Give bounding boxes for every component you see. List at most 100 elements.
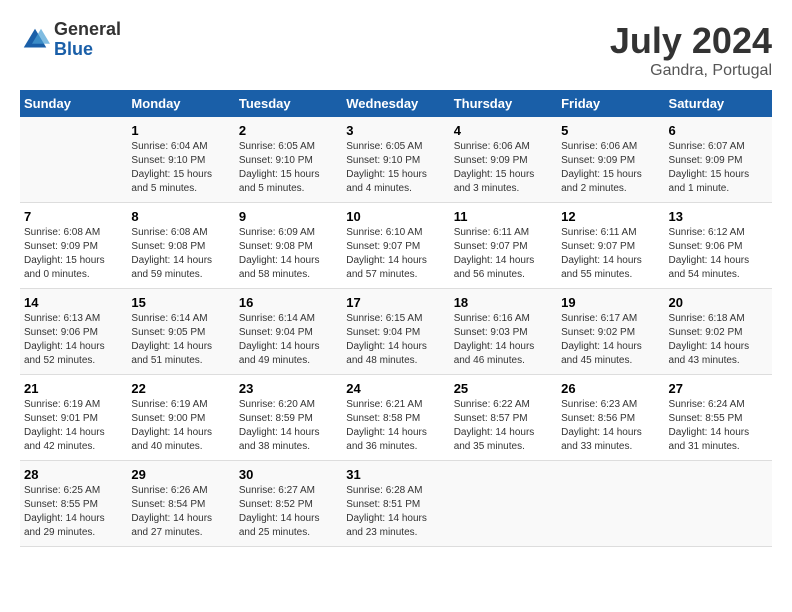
calendar-cell: 2 Sunrise: 6:05 AM Sunset: 9:10 PM Daylig… [235, 117, 342, 203]
calendar-cell: 3 Sunrise: 6:05 AM Sunset: 9:10 PM Daylig… [342, 117, 449, 203]
day-info: Sunrise: 6:08 AM Sunset: 9:09 PM Dayligh… [24, 226, 123, 282]
calendar-cell [665, 461, 772, 547]
header-monday: Monday [127, 90, 234, 117]
day-number: 29 [131, 467, 230, 482]
day-number: 22 [131, 381, 230, 396]
calendar-cell: 20 Sunrise: 6:18 AM Sunset: 9:02 PM Dayli… [665, 289, 772, 375]
day-info: Sunrise: 6:04 AM Sunset: 9:10 PM Dayligh… [131, 140, 230, 196]
day-info: Sunrise: 6:15 AM Sunset: 9:04 PM Dayligh… [346, 312, 445, 368]
day-number: 24 [346, 381, 445, 396]
calendar-cell: 12 Sunrise: 6:11 AM Sunset: 9:07 PM Dayli… [557, 203, 664, 289]
day-info: Sunrise: 6:05 AM Sunset: 9:10 PM Dayligh… [346, 140, 445, 196]
day-number: 5 [561, 123, 660, 138]
logo-general-text: General [54, 20, 121, 40]
calendar-cell: 19 Sunrise: 6:17 AM Sunset: 9:02 PM Dayli… [557, 289, 664, 375]
calendar-body: 1 Sunrise: 6:04 AM Sunset: 9:10 PM Daylig… [20, 117, 772, 547]
calendar-cell: 15Sunrise: 6:14 AM Sunset: 9:05 PM Dayli… [127, 289, 234, 375]
header-tuesday: Tuesday [235, 90, 342, 117]
calendar-cell: 18Sunrise: 6:16 AM Sunset: 9:03 PM Dayli… [450, 289, 557, 375]
day-number: 19 [561, 295, 660, 310]
calendar-cell: 21 Sunrise: 6:19 AM Sunset: 9:01 PM Dayli… [20, 375, 127, 461]
calendar-cell: 10Sunrise: 6:10 AM Sunset: 9:07 PM Dayli… [342, 203, 449, 289]
day-info: Sunrise: 6:21 AM Sunset: 8:58 PM Dayligh… [346, 398, 445, 454]
page-header: General Blue July 2024 Gandra, Portugal [20, 20, 772, 80]
day-info: Sunrise: 6:11 AM Sunset: 9:07 PM Dayligh… [561, 226, 660, 282]
calendar-cell [450, 461, 557, 547]
day-info: Sunrise: 6:19 AM Sunset: 9:00 PM Dayligh… [131, 398, 230, 454]
calendar-cell: 5Sunrise: 6:06 AM Sunset: 9:09 PM Daylig… [557, 117, 664, 203]
day-info: Sunrise: 6:05 AM Sunset: 9:10 PM Dayligh… [239, 140, 338, 196]
day-number: 20 [669, 295, 768, 310]
day-number: 11 [454, 209, 553, 224]
day-info: Sunrise: 6:19 AM Sunset: 9:01 PM Dayligh… [24, 398, 123, 454]
day-info: Sunrise: 6:08 AM Sunset: 9:08 PM Dayligh… [131, 226, 230, 282]
logo-text: General Blue [54, 20, 121, 60]
day-number: 12 [561, 209, 660, 224]
day-number: 4 [454, 123, 553, 138]
logo: General Blue [20, 20, 121, 60]
day-info: Sunrise: 6:22 AM Sunset: 8:57 PM Dayligh… [454, 398, 553, 454]
calendar-table: SundayMondayTuesdayWednesdayThursdayFrid… [20, 90, 772, 547]
day-number: 23 [239, 381, 338, 396]
day-number: 9 [239, 209, 338, 224]
day-number: 21 [24, 381, 123, 396]
calendar-cell: 17 Sunrise: 6:15 AM Sunset: 9:04 PM Dayli… [342, 289, 449, 375]
day-info: Sunrise: 6:18 AM Sunset: 9:02 PM Dayligh… [669, 312, 768, 368]
week-row-1: 1 Sunrise: 6:04 AM Sunset: 9:10 PM Daylig… [20, 117, 772, 203]
calendar-cell: 14Sunrise: 6:13 AM Sunset: 9:06 PM Dayli… [20, 289, 127, 375]
calendar-cell: 9 Sunrise: 6:09 AM Sunset: 9:08 PM Daylig… [235, 203, 342, 289]
day-info: Sunrise: 6:06 AM Sunset: 9:09 PM Dayligh… [454, 140, 553, 196]
calendar-cell: 22 Sunrise: 6:19 AM Sunset: 9:00 PM Dayli… [127, 375, 234, 461]
day-info: Sunrise: 6:12 AM Sunset: 9:06 PM Dayligh… [669, 226, 768, 282]
day-info: Sunrise: 6:17 AM Sunset: 9:02 PM Dayligh… [561, 312, 660, 368]
calendar-cell: 6Sunrise: 6:07 AM Sunset: 9:09 PM Daylig… [665, 117, 772, 203]
day-headers-row: SundayMondayTuesdayWednesdayThursdayFrid… [20, 90, 772, 117]
week-row-4: 21 Sunrise: 6:19 AM Sunset: 9:01 PM Dayli… [20, 375, 772, 461]
header-thursday: Thursday [450, 90, 557, 117]
day-number: 3 [346, 123, 445, 138]
day-info: Sunrise: 6:27 AM Sunset: 8:52 PM Dayligh… [239, 484, 338, 540]
calendar-cell: 28 Sunrise: 6:25 AM Sunset: 8:55 PM Dayli… [20, 461, 127, 547]
header-friday: Friday [557, 90, 664, 117]
calendar-cell: 7 Sunrise: 6:08 AM Sunset: 9:09 PM Daylig… [20, 203, 127, 289]
day-number: 2 [239, 123, 338, 138]
day-info: Sunrise: 6:25 AM Sunset: 8:55 PM Dayligh… [24, 484, 123, 540]
day-number: 10 [346, 209, 445, 224]
calendar-cell [557, 461, 664, 547]
week-row-3: 14Sunrise: 6:13 AM Sunset: 9:06 PM Dayli… [20, 289, 772, 375]
header-wednesday: Wednesday [342, 90, 449, 117]
day-info: Sunrise: 6:28 AM Sunset: 8:51 PM Dayligh… [346, 484, 445, 540]
calendar-cell: 1 Sunrise: 6:04 AM Sunset: 9:10 PM Daylig… [127, 117, 234, 203]
month-year-title: July 2024 [610, 20, 772, 62]
calendar-cell: 16Sunrise: 6:14 AM Sunset: 9:04 PM Dayli… [235, 289, 342, 375]
day-number: 18 [454, 295, 553, 310]
calendar-cell: 27Sunrise: 6:24 AM Sunset: 8:55 PM Dayli… [665, 375, 772, 461]
day-number: 8 [131, 209, 230, 224]
day-number: 7 [24, 209, 123, 224]
calendar-cell: 13 Sunrise: 6:12 AM Sunset: 9:06 PM Dayli… [665, 203, 772, 289]
day-info: Sunrise: 6:07 AM Sunset: 9:09 PM Dayligh… [669, 140, 768, 196]
day-info: Sunrise: 6:26 AM Sunset: 8:54 PM Dayligh… [131, 484, 230, 540]
day-number: 28 [24, 467, 123, 482]
calendar-cell: 4 Sunrise: 6:06 AM Sunset: 9:09 PM Daylig… [450, 117, 557, 203]
calendar-cell: 23Sunrise: 6:20 AM Sunset: 8:59 PM Dayli… [235, 375, 342, 461]
day-number: 17 [346, 295, 445, 310]
day-info: Sunrise: 6:14 AM Sunset: 9:04 PM Dayligh… [239, 312, 338, 368]
day-info: Sunrise: 6:23 AM Sunset: 8:56 PM Dayligh… [561, 398, 660, 454]
title-block: July 2024 Gandra, Portugal [610, 20, 772, 80]
logo-icon [20, 25, 50, 55]
day-number: 14 [24, 295, 123, 310]
calendar-cell: 30 Sunrise: 6:27 AM Sunset: 8:52 PM Dayli… [235, 461, 342, 547]
header-saturday: Saturday [665, 90, 772, 117]
day-number: 30 [239, 467, 338, 482]
week-row-5: 28 Sunrise: 6:25 AM Sunset: 8:55 PM Dayli… [20, 461, 772, 547]
calendar-cell: 31Sunrise: 6:28 AM Sunset: 8:51 PM Dayli… [342, 461, 449, 547]
day-number: 1 [131, 123, 230, 138]
day-number: 26 [561, 381, 660, 396]
day-info: Sunrise: 6:14 AM Sunset: 9:05 PM Dayligh… [131, 312, 230, 368]
day-number: 13 [669, 209, 768, 224]
calendar-cell: 26 Sunrise: 6:23 AM Sunset: 8:56 PM Dayli… [557, 375, 664, 461]
day-info: Sunrise: 6:11 AM Sunset: 9:07 PM Dayligh… [454, 226, 553, 282]
day-info: Sunrise: 6:09 AM Sunset: 9:08 PM Dayligh… [239, 226, 338, 282]
day-number: 27 [669, 381, 768, 396]
